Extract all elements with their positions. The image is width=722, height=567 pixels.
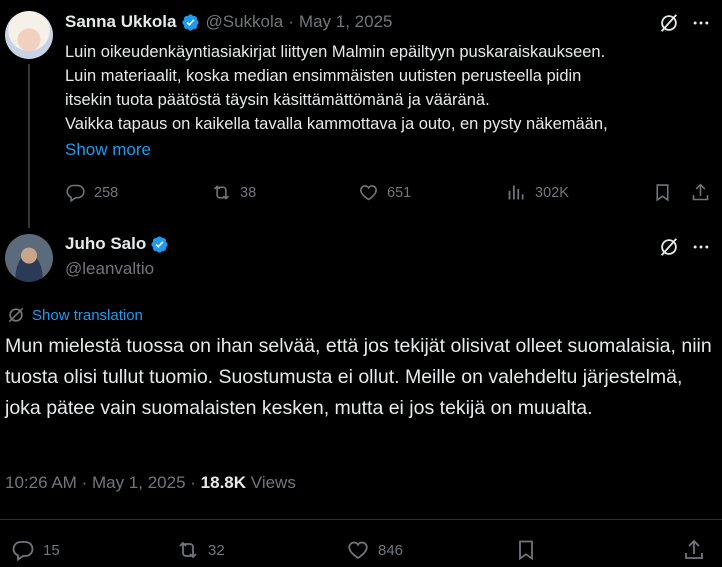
more-icon[interactable]	[690, 236, 712, 258]
post1-repost-count: 38	[240, 184, 257, 201]
post1-handle[interactable]: @Sukkola	[206, 12, 284, 32]
post1-reply-button[interactable]: 258	[65, 182, 118, 203]
post1-line: Luin materiaalit, koska median ensimmäis…	[65, 67, 582, 85]
like-icon	[360, 185, 377, 201]
post2-share-button[interactable]	[682, 538, 714, 562]
post1-like-button[interactable]: 651	[358, 182, 411, 203]
post1-like-count: 651	[387, 184, 412, 201]
reply-icon	[66, 184, 85, 203]
post1-separator: ·	[288, 12, 294, 31]
post2-meta: 10:26 AM · May 1, 2025 · 18.8K Views	[5, 473, 296, 493]
post1-body: Luin oikeudenkäyntiasiakirjat liittyen M…	[65, 40, 715, 136]
post1-repost-button[interactable]: 38	[211, 182, 256, 203]
repost-icon	[179, 541, 197, 559]
post2-like-count: 846	[378, 541, 404, 559]
post1-line: Luin oikeudenkäyntiasiakirjat liittyen M…	[65, 43, 606, 61]
divider	[0, 519, 722, 520]
post1-line: itsekin tuota päätöstä täysin käsittämät…	[65, 91, 490, 109]
thread-line	[28, 64, 30, 228]
post1-line: Vaikka tapaus on kaikella tavalla kammot…	[65, 115, 608, 133]
bookmark-icon	[519, 540, 533, 561]
verified-badge-icon	[181, 13, 199, 31]
bookmark-icon	[656, 184, 669, 202]
post1-views-count: 302K	[535, 184, 569, 201]
post1-share-button[interactable]	[690, 182, 719, 203]
reply-icon	[12, 541, 34, 562]
avatar-juho-salo[interactable]	[5, 234, 53, 282]
post2-body: Mun mielestä tuossa on ihan selvää, että…	[5, 335, 712, 419]
post2-repost-count: 32	[208, 541, 225, 559]
post2-views-count[interactable]: 18.8K	[201, 473, 246, 492]
post2-views-label: Views	[250, 473, 296, 492]
like-icon	[348, 541, 368, 560]
post2-bookmark-button[interactable]	[514, 538, 546, 562]
post2-header: Juho Salo	[65, 234, 169, 254]
post2-repost-button[interactable]: 32	[176, 538, 225, 562]
post2-handle[interactable]: @leanvaltio	[65, 259, 154, 279]
share-icon	[685, 539, 703, 559]
post1-date[interactable]: May 1, 2025	[299, 12, 393, 32]
post2-time[interactable]: 10:26 AM	[5, 473, 77, 492]
show-translation-button[interactable]: Show translation	[6, 305, 143, 325]
post1-bookmark-button[interactable]	[652, 182, 681, 203]
share-icon	[692, 183, 709, 201]
grok-icon[interactable]	[658, 12, 680, 34]
post2-separator: ·	[81, 473, 88, 492]
post1-author-name[interactable]: Sanna Ukkola	[65, 12, 177, 32]
post2-like-button[interactable]: 846	[346, 538, 403, 562]
show-more-link[interactable]: Show more	[65, 140, 151, 160]
verified-badge-icon	[151, 235, 168, 253]
post1-header: Sanna Ukkola @Sukkola · May 1, 2025	[65, 12, 392, 32]
views-icon	[508, 185, 524, 200]
avatar-sanna-ukkola[interactable]	[5, 11, 53, 59]
post2-reply-button[interactable]: 15	[11, 538, 60, 562]
post2-separator: ·	[190, 473, 196, 492]
post1-reply-count: 258	[94, 184, 119, 201]
translate-icon	[8, 307, 24, 323]
grok-icon[interactable]	[658, 236, 680, 258]
post2-author-name[interactable]: Juho Salo	[65, 234, 146, 254]
post2-reply-count: 15	[43, 541, 60, 559]
show-translation-label: Show translation	[32, 306, 143, 324]
repost-icon	[213, 185, 230, 200]
post2-date[interactable]: May 1, 2025	[92, 473, 186, 492]
post1-views-button[interactable]: 302K	[506, 182, 569, 203]
more-icon[interactable]	[690, 12, 712, 34]
